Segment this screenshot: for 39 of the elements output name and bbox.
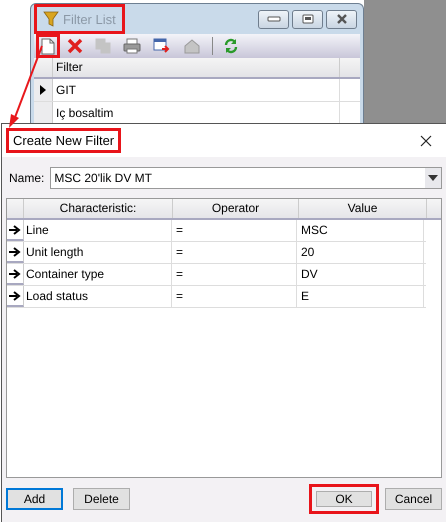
arrow-icon — [9, 268, 21, 278]
close-icon — [420, 134, 432, 146]
column-header[interactable]: Value — [299, 199, 427, 218]
table-cell[interactable]: GIT — [53, 79, 340, 101]
dialog-button[interactable]: Cancel — [385, 488, 442, 510]
table-cell[interactable]: Line — [24, 220, 172, 241]
dropdown-arrow-icon — [428, 175, 438, 181]
row-pointer-icon — [40, 85, 46, 95]
table-cell[interactable]: = — [172, 264, 297, 285]
close-icon — [334, 14, 348, 24]
table-cell[interactable]: = — [172, 286, 297, 307]
table-cell[interactable]: = — [172, 220, 297, 241]
minimize-icon — [266, 16, 280, 22]
table-cell[interactable]: MSC — [297, 220, 424, 241]
dialog-button[interactable]: Add — [6, 488, 63, 510]
window-title: Filter List — [63, 12, 116, 26]
table-cell[interactable]: Unit length — [24, 242, 172, 263]
dialog-button[interactable]: Delete — [73, 488, 130, 510]
close-button[interactable] — [326, 10, 357, 28]
arrow-icon — [9, 290, 21, 300]
funnel-icon — [43, 10, 59, 28]
arrow-icon — [9, 224, 21, 234]
dialog-title: Create New Filter — [6, 128, 122, 153]
table-cell[interactable]: = — [172, 242, 297, 263]
table-cell[interactable]: Container type — [24, 264, 172, 285]
row-header[interactable] — [34, 79, 53, 101]
column-header[interactable]: Operator — [173, 199, 299, 218]
arrow-icon — [9, 246, 21, 256]
table-cell[interactable]: Load status — [24, 286, 172, 307]
maximize-button[interactable] — [292, 10, 323, 28]
table-cell[interactable]: DV — [297, 264, 424, 285]
table-cell[interactable]: 20 — [297, 242, 424, 263]
table-cell[interactable]: E — [297, 286, 424, 307]
name-combo-box[interactable]: MSC 20'lik DV MT — [50, 167, 442, 189]
column-header[interactable]: Characteristic: — [24, 199, 173, 218]
name-label: Name: — [8, 171, 44, 185]
dialog-button[interactable]: OK — [309, 484, 379, 514]
maximize-icon — [300, 14, 314, 24]
minimize-button[interactable] — [258, 10, 289, 28]
